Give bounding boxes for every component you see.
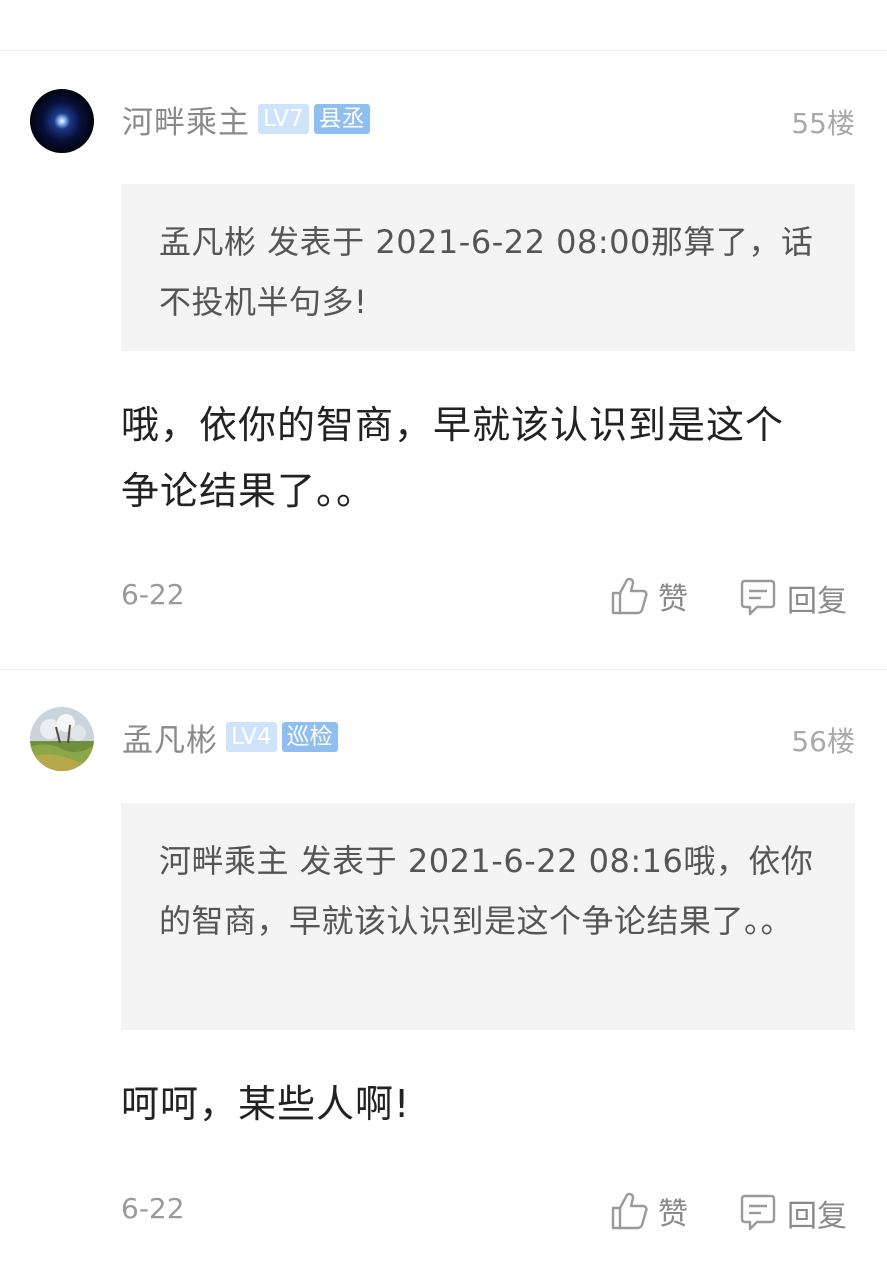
thumbs-up-icon — [610, 576, 658, 616]
comment-icon — [739, 1193, 787, 1233]
author-row: 河畔乘主 LV7 县丞 — [122, 97, 375, 142]
quote-block: 河畔乘主 发表于 2021-6-22 08:16哦，依你的智商，早就该认识到是这… — [121, 803, 855, 1030]
like-label: 赞 — [658, 1197, 688, 1232]
quote-text: 河畔乘主 发表于 2021-6-22 08:16哦，依你的智商，早就该认识到是这… — [159, 842, 814, 940]
reply-button[interactable]: 回复 — [739, 1191, 847, 1235]
post-content: 呵呵，某些人啊! — [121, 1082, 411, 1126]
reply-label: 回复 — [787, 1199, 847, 1234]
reply-label: 回复 — [787, 584, 847, 619]
post-date: 6-22 — [121, 1192, 185, 1225]
author-row: 孟凡彬 LV4 巡检 — [122, 715, 343, 760]
floor-number: 55楼 — [791, 107, 855, 140]
quote-block: 孟凡彬 发表于 2021-6-22 08:00那算了，话不投机半句多! — [121, 184, 855, 351]
like-label: 赞 — [658, 582, 688, 617]
title-badge: 县丞 — [313, 104, 370, 134]
author-name[interactable]: 孟凡彬 — [122, 715, 218, 760]
floor-number: 56楼 — [791, 725, 855, 758]
thumbs-up-icon — [610, 1191, 658, 1231]
avatar[interactable] — [30, 89, 94, 153]
quote-text: 孟凡彬 发表于 2021-6-22 08:00那算了，话不投机半句多! — [159, 223, 814, 321]
avatar[interactable] — [30, 707, 94, 771]
top-divider — [0, 50, 887, 51]
author-name[interactable]: 河畔乘主 — [122, 97, 250, 142]
like-button[interactable]: 赞 — [610, 1189, 688, 1233]
reply-button[interactable]: 回复 — [739, 576, 847, 620]
comment-icon — [739, 578, 787, 618]
post-divider — [0, 669, 887, 670]
title-badge: 巡检 — [281, 722, 338, 752]
post-date: 6-22 — [121, 578, 185, 611]
level-badge: LV7 — [258, 104, 309, 134]
like-button[interactable]: 赞 — [610, 574, 688, 618]
level-badge: LV4 — [226, 722, 277, 752]
post-content: 哦，依你的智商，早就该认识到是这个争论结果了。。 — [121, 403, 785, 513]
